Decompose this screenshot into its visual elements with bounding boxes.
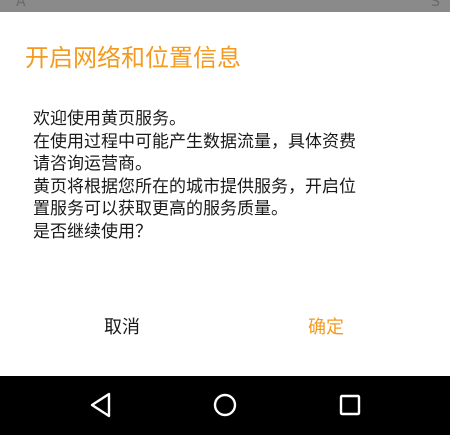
background-text: A: [16, 0, 26, 10]
message-line: 请咨询运营商。: [33, 154, 152, 174]
home-icon[interactable]: [210, 390, 240, 420]
confirm-button[interactable]: 确定: [308, 314, 344, 342]
screen: A S 开启网络和位置信息 欢迎使用黄页服务。 在使用过程中可能产生数据流量，具…: [0, 0, 450, 435]
dimmed-background: A S: [0, 0, 450, 12]
background-text: S: [431, 0, 440, 10]
dialog-title: 开启网络和位置信息: [25, 44, 241, 72]
cancel-button[interactable]: 取消: [104, 314, 140, 342]
message-line: 置服务可以获取更高的服务质量。: [33, 199, 288, 219]
message-line: 黄页将根据您所在的城市提供服务，开启位: [33, 176, 356, 197]
permission-dialog: 开启网络和位置信息 欢迎使用黄页服务。 在使用过程中可能产生数据流量，具体资费 …: [0, 12, 450, 376]
navigation-bar: [0, 376, 450, 435]
message-line: 欢迎使用黄页服务。: [33, 109, 186, 129]
dialog-message: 欢迎使用黄页服务。 在使用过程中可能产生数据流量，具体资费 请咨询运营商。 黄页…: [33, 108, 425, 243]
back-icon[interactable]: [86, 390, 116, 420]
message-line: 是否继续使用？: [33, 221, 152, 242]
recent-apps-icon[interactable]: [335, 390, 365, 420]
message-line: 在使用过程中可能产生数据流量，具体资费: [33, 131, 356, 152]
